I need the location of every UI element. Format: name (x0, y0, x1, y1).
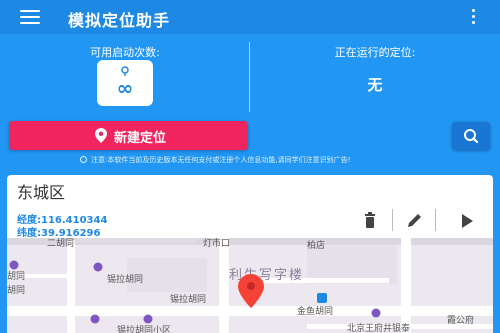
info-icon (80, 156, 87, 163)
launch-count-value: ∞ (116, 76, 134, 100)
menu-icon[interactable] (20, 10, 40, 24)
new-location-button[interactable]: 新建定位 (9, 121, 248, 150)
notice-bar: 注意:本软件当前及历史版本无任何支付或注册个人信息功能,请同学们注意识别广告! (80, 155, 480, 169)
launch-count-card[interactable]: ∞ (97, 60, 153, 106)
poi-icon (371, 308, 381, 318)
map-label: 金鱼胡同 (297, 307, 334, 317)
start-button[interactable] (456, 211, 478, 231)
poi-icon (9, 260, 19, 270)
poi-icon (93, 262, 103, 272)
running-location-value: 无 (367, 76, 383, 94)
notice-text: 注意:本软件当前及历史版本无任何支付或注册个人信息功能,请同学们注意识别广告! (91, 156, 351, 164)
app-title: 模拟定位助手 (68, 11, 171, 30)
map-label: 霞公府 (447, 316, 475, 326)
action-divider (435, 209, 436, 231)
map-label: 锡拉胡同 (107, 275, 144, 285)
map-label: 柏店 (307, 241, 326, 251)
delete-button[interactable] (359, 211, 381, 231)
map-label: 二胡同 (47, 239, 75, 249)
poi-icon (90, 314, 100, 324)
map-label: 胡同 (7, 286, 26, 296)
panel-divider (249, 42, 250, 112)
location-pin-icon (95, 128, 107, 143)
edit-button[interactable] (404, 211, 426, 231)
map-label: 胡同 (7, 272, 26, 282)
map-preview[interactable]: 二胡同 灯市口 利生写字楼 胡同 锡拉胡同 锡拉胡同 金鱼胡同 北京王府井银泰 … (7, 238, 493, 333)
map-label: 灯市口 (203, 239, 231, 249)
running-location-label: 正在运行的定位: (334, 46, 416, 59)
search-icon (464, 129, 479, 144)
map-label: 锡拉胡同 (170, 295, 207, 305)
subway-icon (317, 293, 327, 303)
search-button[interactable] (452, 122, 490, 150)
map-label: 锡拉胡同小区 (117, 326, 172, 333)
pencil-icon (408, 214, 421, 227)
poi-icon (143, 314, 153, 324)
action-divider (392, 209, 393, 231)
location-pin-icon (238, 274, 264, 308)
map-label: 北京王府井银泰 (347, 324, 411, 333)
launch-count-label: 可用启动次数: (90, 46, 160, 59)
district-name: 东城区 (17, 183, 66, 202)
play-icon (462, 214, 473, 228)
app-bar: 模拟定位助手 (0, 0, 500, 34)
location-card[interactable]: 东城区 经度:116.410344 纬度:39.916296 二胡同 灯市口 利… (7, 175, 493, 333)
more-vertical-icon[interactable] (470, 9, 478, 25)
new-location-label: 新建定位 (114, 131, 167, 146)
trash-icon (365, 212, 375, 228)
status-panel: 可用启动次数: ∞ 正在运行的定位: 无 (0, 34, 500, 120)
